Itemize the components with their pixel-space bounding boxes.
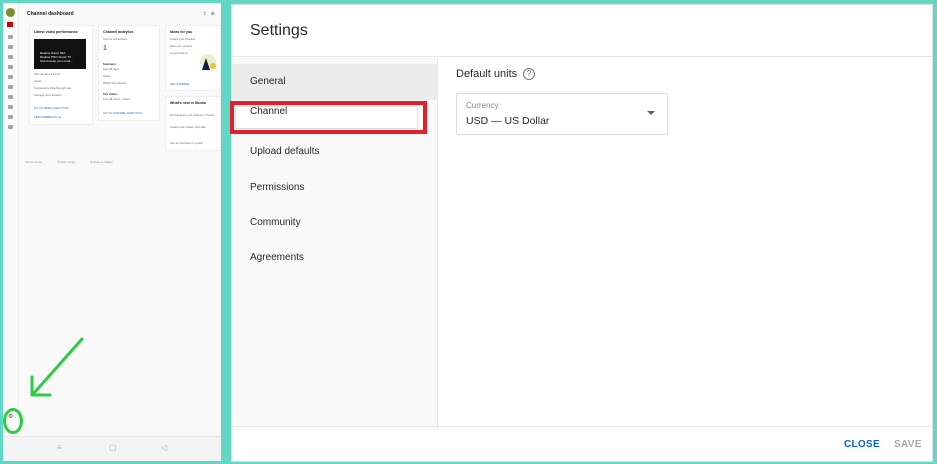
summary-sub: Last 28 days bbox=[103, 67, 119, 71]
get-started-link[interactable]: GET STARTED bbox=[170, 82, 189, 86]
subscriber-count: 1 bbox=[103, 45, 107, 52]
top-videos-title: Top videos bbox=[103, 92, 118, 96]
summary-row: Watch time (hours) bbox=[103, 81, 127, 85]
video-thumbnail[interactable]: Realme Narzo 50A Realme PRO Smart TV how… bbox=[34, 39, 86, 69]
whats-new-line[interactable]: See an overview of growth bbox=[170, 141, 203, 145]
nav-item-upload-defaults[interactable]: Upload defaults bbox=[232, 134, 438, 170]
dialog-footer: CLOSE SAVE bbox=[232, 426, 932, 461]
dialog-title: Settings bbox=[250, 22, 308, 39]
ideas-line: Instant your channel bbox=[170, 37, 196, 41]
summary-row: Views bbox=[103, 74, 111, 78]
screenshot-frame: Channel dashboard ⇪ ⊕ Latest video perfo… bbox=[0, 0, 937, 464]
nav-rail bbox=[3, 3, 19, 433]
annotation-circle bbox=[3, 408, 23, 434]
studio-dashboard-panel: Channel dashboard ⇪ ⊕ Latest video perfo… bbox=[3, 3, 221, 461]
card-title: What's new in Studio bbox=[170, 101, 206, 105]
ideas-line: Give your viewers bbox=[170, 44, 193, 48]
close-button[interactable]: CLOSE bbox=[844, 439, 880, 450]
highlighted-channel-label[interactable]: Channel bbox=[250, 105, 410, 119]
currency-value: USD — US Dollar bbox=[466, 115, 550, 127]
help-icon[interactable]: ? bbox=[523, 68, 535, 80]
dialog-header: Settings bbox=[232, 5, 932, 57]
latest-video-card: Latest video performance Realme Narzo 50… bbox=[29, 25, 93, 125]
gear-icon[interactable]: ⚙ bbox=[8, 413, 13, 420]
caret-down-icon bbox=[647, 111, 655, 115]
stat-row: First 20 days 2 hours bbox=[34, 72, 61, 76]
earn-icon[interactable] bbox=[8, 105, 13, 109]
terms-link[interactable]: Terms of use bbox=[25, 160, 42, 164]
currency-select[interactable]: Currency USD — US Dollar bbox=[456, 93, 668, 135]
whats-new-line[interactable]: Instant your privacy and safe bbox=[170, 125, 206, 129]
nav-item-agreements[interactable]: Agreements bbox=[232, 240, 438, 276]
menu-icon[interactable]: ≡ bbox=[57, 443, 62, 452]
nav-item-community[interactable]: Community bbox=[232, 205, 438, 241]
whats-new-card: What's new in Studio Got ideas for your … bbox=[165, 96, 221, 151]
save-button[interactable]: SAVE bbox=[894, 439, 922, 450]
home-square-icon[interactable]: ▢ bbox=[109, 443, 117, 452]
android-nav-bar: ≡ ▢ ◁ bbox=[3, 436, 221, 461]
ideas-line: a good look at bbox=[170, 51, 188, 55]
playlists-icon[interactable] bbox=[8, 55, 13, 59]
policies-link[interactable]: Policies & Safety bbox=[90, 160, 113, 164]
copyright-icon[interactable] bbox=[8, 95, 13, 99]
content-icon[interactable] bbox=[8, 45, 13, 49]
back-triangle-icon[interactable]: ◁ bbox=[161, 443, 167, 452]
footer-links: Terms of use Privacy policy Policies & S… bbox=[25, 160, 127, 164]
stat-row: Average view duration bbox=[34, 93, 62, 97]
currency-label: Currency bbox=[466, 101, 499, 110]
subtitles-icon[interactable] bbox=[8, 85, 13, 89]
dashboard-title: Channel dashboard bbox=[27, 11, 74, 17]
thumb-line: how to keep your mind... bbox=[40, 59, 73, 63]
subscribers-label: Current subscribers bbox=[103, 37, 128, 41]
top-videos-sub: Last 48 hours · Views bbox=[103, 97, 130, 101]
customization-icon[interactable] bbox=[8, 115, 13, 119]
section-title: Default units bbox=[456, 68, 518, 80]
card-title: Ideas for you bbox=[170, 30, 193, 34]
audio-library-icon[interactable] bbox=[8, 125, 13, 129]
stat-row: Impressions click-through rate bbox=[34, 86, 72, 90]
nav-item-permissions[interactable]: Permissions bbox=[232, 170, 438, 206]
ideas-card: Ideas for you Instant your channel Give … bbox=[165, 25, 221, 91]
summary-title: Summary bbox=[103, 62, 116, 66]
ideas-illustration-icon bbox=[200, 54, 216, 70]
dashboard-icon[interactable] bbox=[8, 35, 13, 39]
channel-analytics-card: Channel analytics Current subscribers 1 … bbox=[98, 25, 160, 121]
card-title: Latest video performance bbox=[34, 30, 78, 34]
stat-row: Views bbox=[34, 79, 42, 83]
settings-dialog: Settings General Channel Upload defaults… bbox=[230, 5, 932, 461]
comments-icon[interactable] bbox=[8, 75, 13, 79]
see-comments-link[interactable]: SEE COMMENTS (1) bbox=[34, 115, 61, 119]
annotation-arrow bbox=[30, 337, 84, 397]
card-title: Channel analytics bbox=[103, 30, 134, 34]
video-analytics-link[interactable]: GO TO VIDEO ANALYTICS bbox=[34, 106, 68, 110]
dashboard-actions[interactable]: ⇪ ⊕ bbox=[202, 11, 215, 17]
channel-avatar[interactable] bbox=[6, 8, 15, 17]
analytics-icon[interactable] bbox=[8, 65, 13, 69]
whats-new-line[interactable]: Got ideas for your channel in Studio bbox=[170, 113, 214, 117]
channel-analytics-link[interactable]: GO TO CHANNEL ANALYTICS bbox=[103, 111, 142, 115]
studio-logo-icon bbox=[7, 22, 13, 27]
nav-item-general[interactable]: General bbox=[232, 64, 438, 100]
privacy-link[interactable]: Privacy policy bbox=[57, 160, 75, 164]
